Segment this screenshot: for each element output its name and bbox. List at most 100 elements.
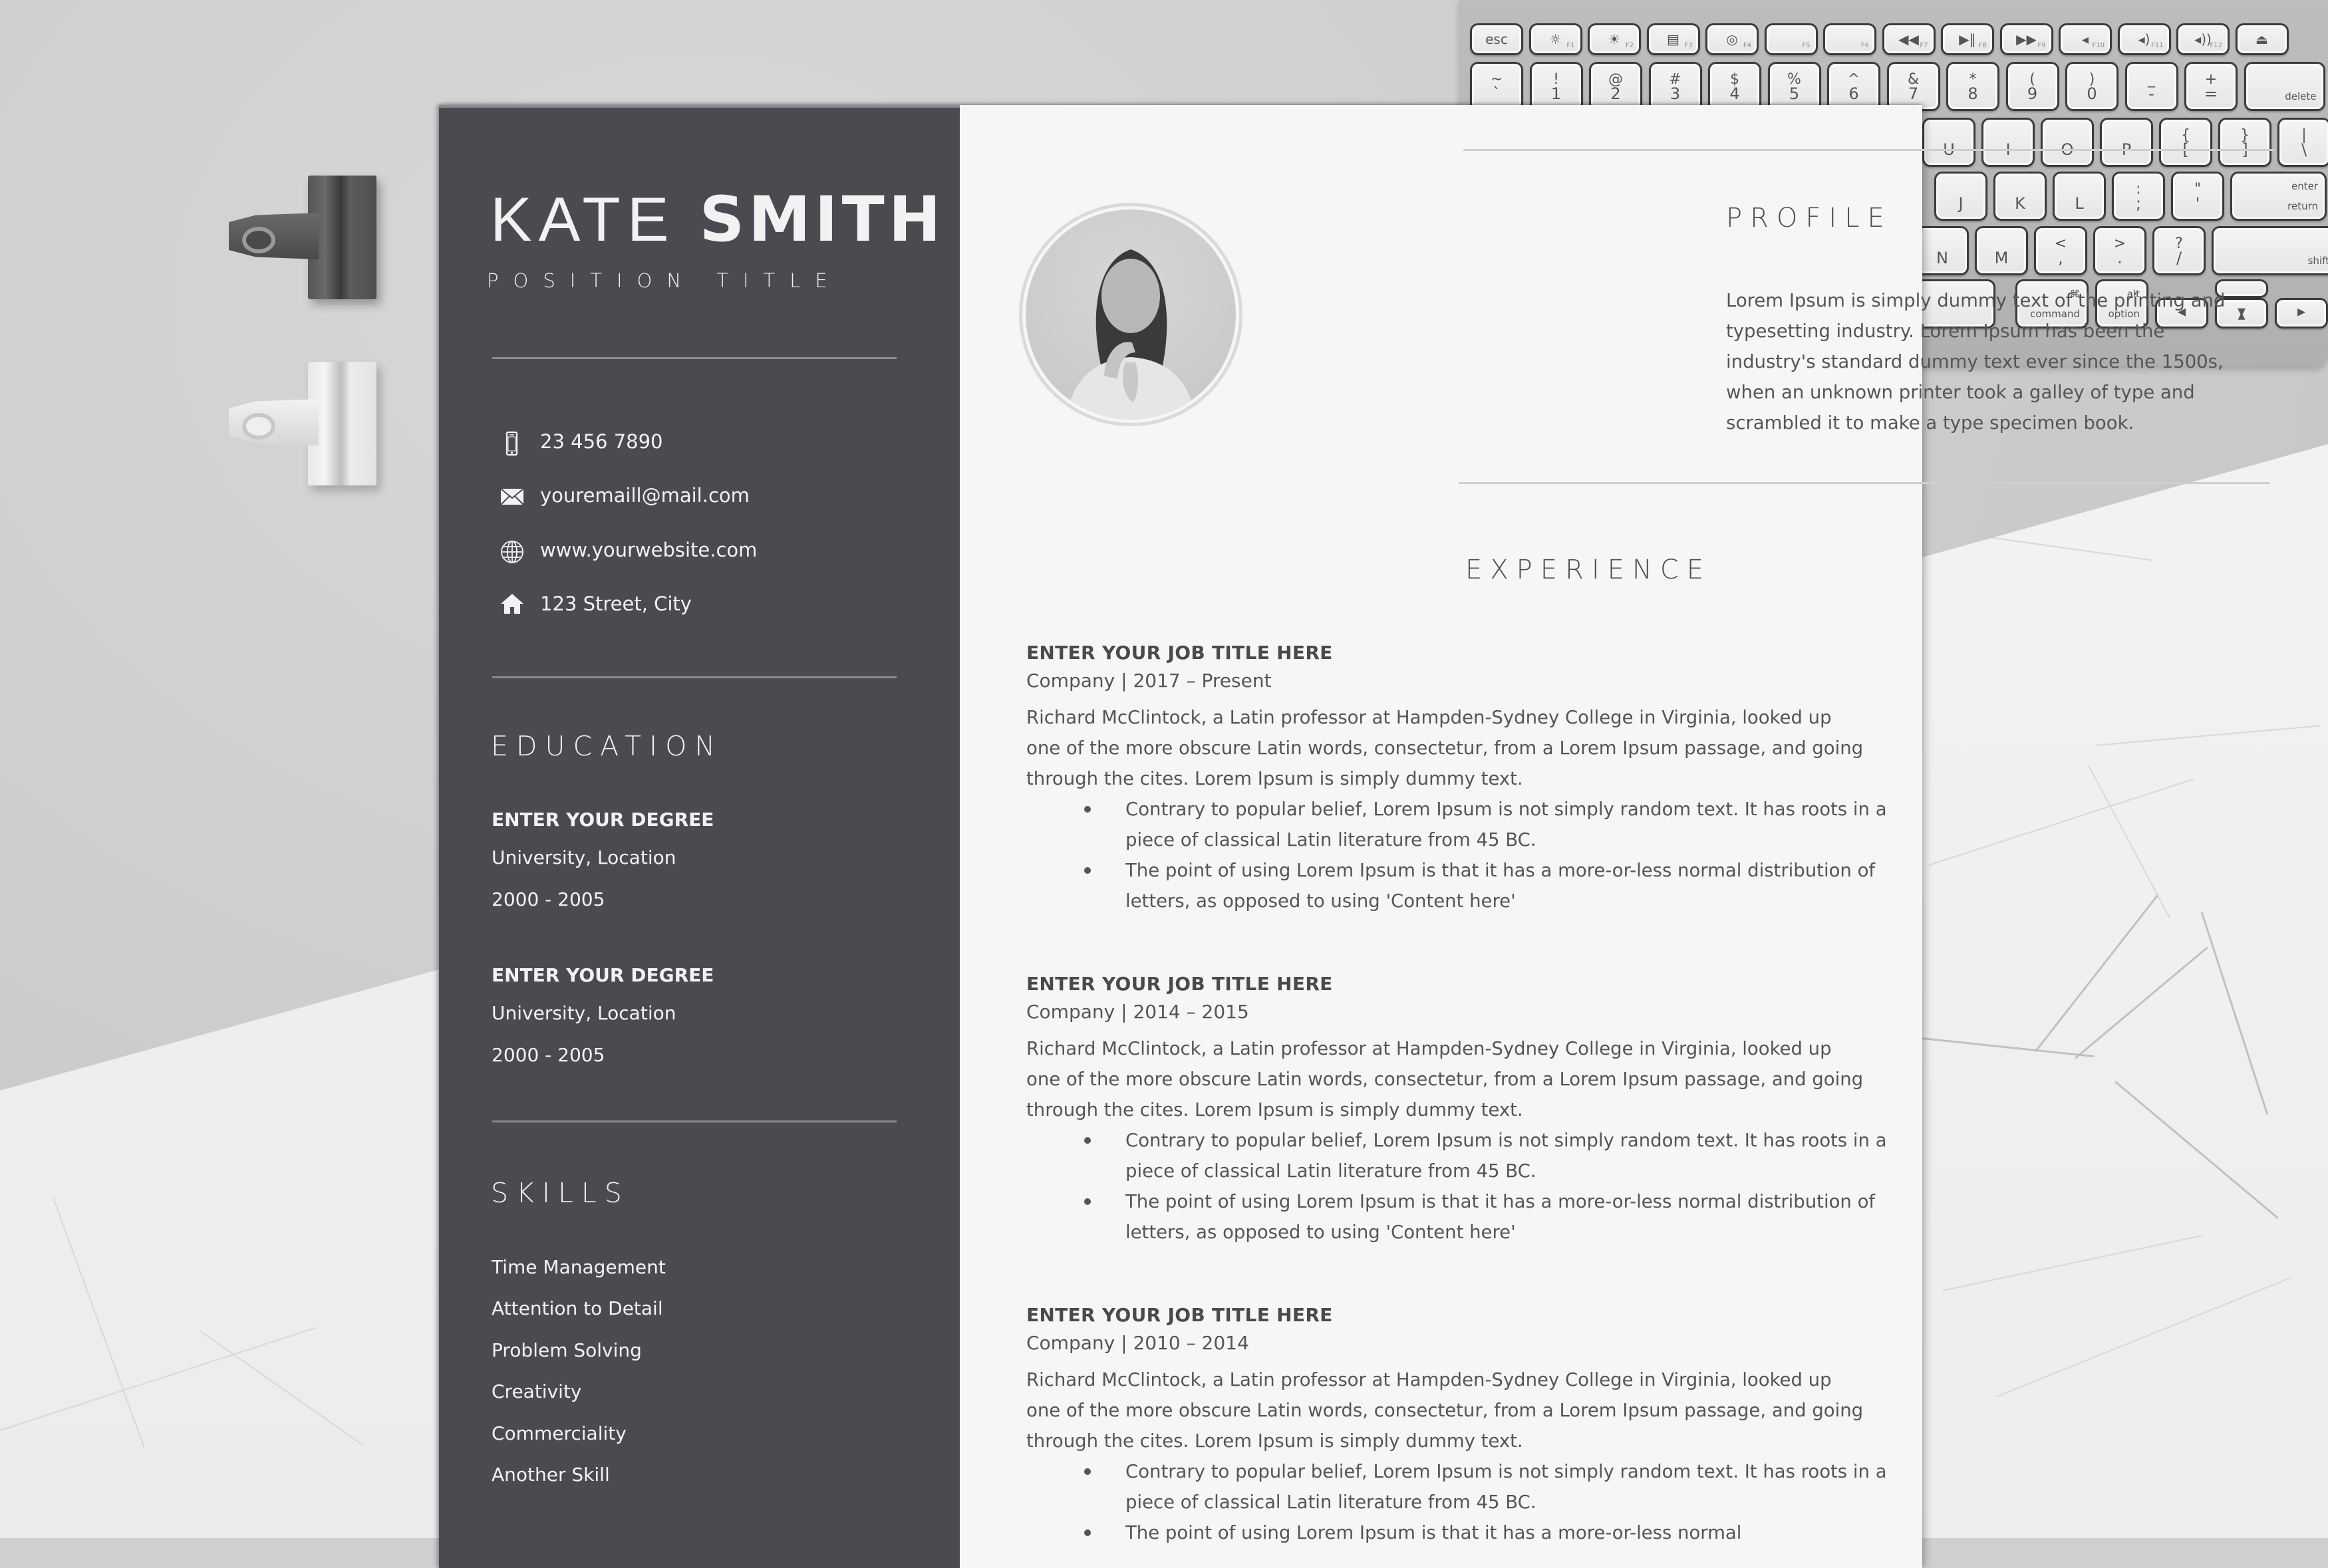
key-bottom-label: - <box>2148 84 2154 103</box>
keyboard-key: ⏏ <box>2235 23 2289 55</box>
bullet-dot <box>1084 1198 1091 1205</box>
last-name: SMITH <box>699 184 945 256</box>
job-title: ENTER YOUR JOB TITLE HERE <box>1026 642 1333 664</box>
keyboard-key: @2 <box>1589 62 1642 111</box>
marble-vein <box>1922 1037 2095 1058</box>
key-bottom-label: 4 <box>1729 84 1740 103</box>
keyboard-key: delete <box>2244 62 2325 111</box>
job-bullet: The point of using Lorem Ipsum is that i… <box>1084 855 1910 916</box>
job-bullet: The point of using Lorem Ipsum is that i… <box>1084 1186 1910 1247</box>
keyboard-key: ▶▶ F9 <box>1999 23 2053 55</box>
bullet-dot <box>1084 1529 1091 1536</box>
key-bottom-label: = <box>2204 84 2218 103</box>
profile-text: Lorem Ipsum is simply dummy text of the … <box>1726 290 2226 434</box>
key-fn-label: F4 <box>1743 42 1751 49</box>
marble-vein <box>2088 765 2170 919</box>
keyboard-key: :; <box>2112 172 2165 221</box>
degree-school: University, Location <box>492 847 676 868</box>
profile-photo <box>1026 209 1236 420</box>
keyboard-key: ◎ F4 <box>1705 23 1759 55</box>
profile-heading: PROFILE <box>1726 203 1892 233</box>
job-bullet: Contrary to popular belief, Lorem Ipsum … <box>1084 794 1910 855</box>
keyboard-key: ◂)) F12 <box>2176 23 2230 55</box>
keyboard-key: F6 <box>1823 23 1876 55</box>
contact-address: 123 Street, City <box>540 592 692 615</box>
main-divider <box>1463 149 2275 151</box>
key-bottom-label: return <box>2287 200 2318 212</box>
skill-item: Creativity <box>492 1380 582 1402</box>
bullet-dot <box>1084 1468 1091 1475</box>
keyboard-key: ▸ <box>2275 298 2328 328</box>
contact-phone: 23 456 7890 <box>540 430 663 453</box>
key-bottom-label: . <box>2117 249 2122 267</box>
keyboard-key: shift <box>2212 226 2328 275</box>
job-bullets: Contrary to popular belief, Lorem Ipsum … <box>1084 1125 1910 1247</box>
bullet-dot <box>1084 1137 1091 1144</box>
key-bottom-label: ▸ <box>2297 302 2306 321</box>
job-bullet: Contrary to popular belief, Lorem Ipsum … <box>1084 1125 1910 1186</box>
key-bottom-label: \ <box>2301 140 2307 159</box>
sidebar-divider <box>492 1120 897 1122</box>
degree-school: University, Location <box>492 1002 676 1024</box>
skill-item: Another Skill <box>492 1464 610 1486</box>
keyboard-key: & 7 <box>1886 62 1940 111</box>
marble-vein <box>1995 1277 2292 1398</box>
key-bottom-label: J <box>1958 194 1964 213</box>
key-fn-label: F6 <box>1860 42 1869 49</box>
bullet-dot <box>1084 867 1091 874</box>
key-fn-label: F5 <box>1802 42 1811 49</box>
key-fn-label: F10 <box>2092 42 2105 49</box>
keyboard-key: {[ <box>2159 118 2212 167</box>
key-fn-label: F11 <box>2151 42 2164 49</box>
keyboard-key: _ - <box>2124 62 2178 111</box>
key-fn-label: F3 <box>1684 42 1693 49</box>
keyboard-key: + = <box>2184 62 2238 111</box>
contact-website[interactable]: www.yourwebsite.com <box>540 539 757 561</box>
keyboard-key: I <box>1981 118 2035 167</box>
keyboard-key: P <box>2100 118 2153 167</box>
key-bottom-label: ` <box>1493 84 1501 103</box>
job-title: ENTER YOUR JOB TITLE HERE <box>1026 1304 1333 1326</box>
keyboard-key: (9 <box>2005 62 2059 111</box>
degree-years: 2000 - 2005 <box>492 1044 605 1066</box>
job-description: Richard McClintock, a Latin professor at… <box>1026 1038 1864 1120</box>
key-label: esc <box>1485 31 1508 47</box>
key-bottom-label: ; <box>2135 194 2142 213</box>
degree-years: 2000 - 2005 <box>492 888 605 910</box>
key-bottom-label: 1 <box>1550 84 1562 103</box>
keyboard-key: ~ ` <box>1470 62 1523 111</box>
key-bottom-label: 8 <box>1967 84 1978 103</box>
keyboard-key: O <box>2041 118 2094 167</box>
key-bottom-label: M <box>1994 249 2009 267</box>
job-bullets: Contrary to popular belief, Lorem Ipsum … <box>1084 794 1910 916</box>
skill-item: Attention to Detail <box>492 1297 663 1319</box>
globe-icon <box>500 540 523 563</box>
key-bottom-label: 2 <box>1610 84 1621 103</box>
job-bullet: Contrary to popular belief, Lorem Ipsum … <box>1084 1456 1910 1517</box>
phone-icon <box>500 431 523 456</box>
binder-clip-ring <box>242 413 275 440</box>
contact-email[interactable]: youremaill@mail.com <box>540 484 750 507</box>
keyboard-key: ☼ F1 <box>1528 23 1582 55</box>
keyboard-key: esc <box>1470 23 1523 55</box>
job-company-dates: Company | 2010 – 2014 <box>1026 1332 1249 1354</box>
keyboard-key: ◀◀ F7 <box>1882 23 1936 55</box>
job-bullet-text: The point of using Lorem Ipsum is that i… <box>1125 1522 1742 1543</box>
keyboard-key: ▶‖ F8 <box>1941 23 1994 55</box>
key-fn-label: F7 <box>1920 42 1928 49</box>
marble-vein <box>2034 894 2159 1053</box>
keyboard-key: * 8 <box>1946 62 1999 111</box>
home-icon <box>500 593 523 616</box>
job-bullet-text: The point of using Lorem Ipsum is that i… <box>1125 1191 1876 1243</box>
job-description: Richard McClintock, a Latin professor at… <box>1026 1369 1864 1452</box>
key-bottom-label: N <box>1936 249 1948 267</box>
key-fn-label: F8 <box>1978 42 1987 49</box>
job-bullets: Contrary to popular belief, Lorem Ipsum … <box>1084 1456 1910 1548</box>
sidebar-divider <box>492 357 897 359</box>
keyboard-key: M <box>1975 226 2028 275</box>
sidebar-divider <box>492 676 897 678</box>
key-fn-label: F2 <box>1625 42 1634 49</box>
marble-vein <box>1942 1234 2203 1291</box>
candidate-name: KATE SMITH <box>490 186 945 253</box>
key-fn-label: F12 <box>2210 42 2222 49</box>
